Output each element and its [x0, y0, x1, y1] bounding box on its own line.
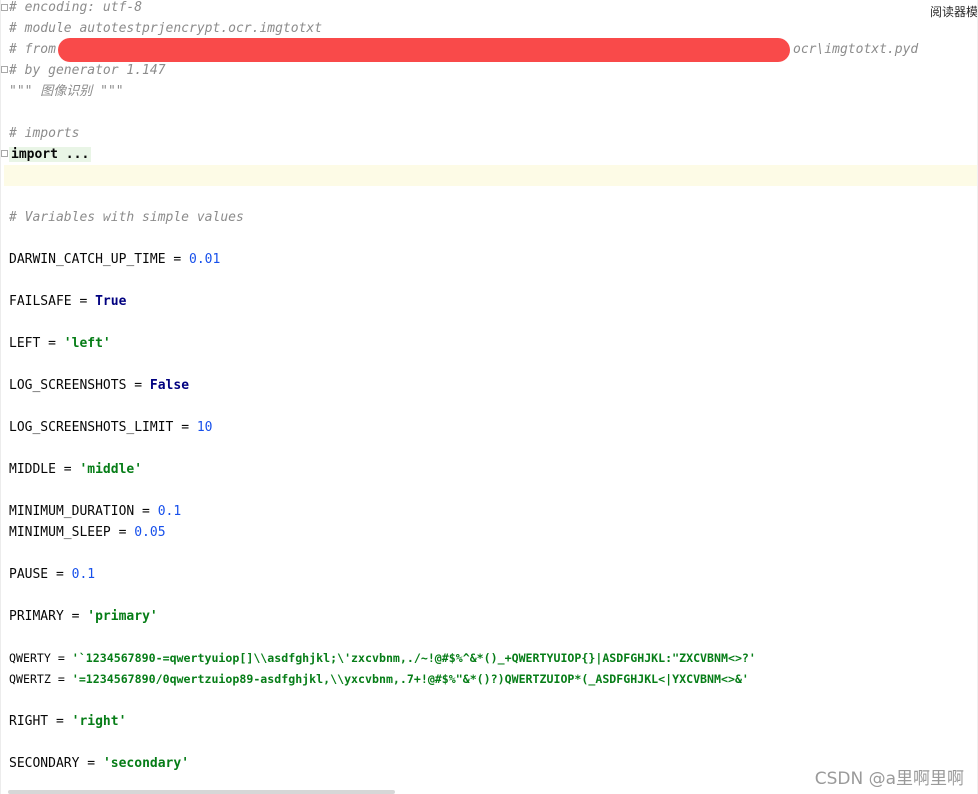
variable-name: MINIMUM_DURATION: [9, 504, 135, 519]
variable-name: LOG_SCREENSHOTS_LIMIT: [9, 420, 174, 435]
horizontal-scrollbar[interactable]: [8, 790, 395, 794]
variable-name: PAUSE: [9, 567, 49, 582]
folded-imports[interactable]: import ...: [9, 147, 92, 162]
variable-value: 10: [196, 420, 213, 435]
code-line-from[interactable]: # from: [9, 39, 56, 60]
code-editor[interactable]: # encoding: utf-8 # module autotestprjen…: [0, 0, 978, 794]
gutter: [0, 0, 1, 794]
code-line-variable[interactable]: LOG_SCREENSHOTS_LIMIT = 10: [9, 417, 213, 438]
from-path-suffix: ocr\imgtotxt.pyd: [793, 42, 919, 57]
from-prefix: # from: [9, 42, 56, 57]
variable-value: '=1234567890/0qwertzuiop89-asdfghjkl,\\y…: [71, 672, 749, 686]
variable-value: 0.05: [134, 525, 166, 540]
code-line-variable[interactable]: MINIMUM_DURATION = 0.1: [9, 501, 181, 522]
variable-value: True: [95, 294, 127, 309]
code-line-variable[interactable]: MIDDLE = 'middle': [9, 459, 142, 480]
variable-value: 'right': [71, 714, 127, 729]
variable-name: QWERTY: [9, 651, 51, 665]
code-line-variable[interactable]: SECONDARY = 'secondary': [9, 753, 189, 774]
variable-value: False: [149, 378, 190, 393]
current-line-highlight: [4, 165, 978, 186]
fold-toggle-icon[interactable]: [1, 150, 8, 157]
variable-name: QWERTZ: [9, 672, 51, 686]
redaction-bar: [58, 38, 790, 62]
code-line-variables-comment[interactable]: # Variables with simple values: [9, 207, 244, 228]
code-line-variable[interactable]: QWERTY = '`1234567890-=qwertyuiop[]\\asd…: [9, 648, 756, 669]
variable-value: 0.01: [189, 252, 221, 267]
code-line-variable[interactable]: FAILSAFE = True: [9, 291, 126, 312]
variable-value: 'secondary': [102, 756, 190, 771]
code-line-import[interactable]: import ...: [9, 144, 92, 165]
code-line-variable[interactable]: PAUSE = 0.1: [9, 564, 95, 585]
variable-value: 'left': [63, 336, 111, 351]
variable-name: SECONDARY: [9, 756, 80, 771]
code-line-generator[interactable]: # by generator 1.147: [9, 60, 166, 81]
code-line-variable[interactable]: LEFT = 'left': [9, 333, 111, 354]
variable-value: 'primary': [87, 609, 158, 624]
variable-name: FAILSAFE: [9, 294, 72, 309]
variable-name: RIGHT: [9, 714, 49, 729]
watermark: CSDN @a里啊里啊: [814, 769, 964, 789]
code-line-module[interactable]: # module autotestprjencrypt.ocr.imgtotxt: [9, 18, 322, 39]
code-line-variable[interactable]: LOG_SCREENSHOTS = False: [9, 375, 189, 396]
reader-mode-button[interactable]: 阅读器模: [927, 3, 978, 20]
code-line-encoding[interactable]: # encoding: utf-8: [9, 0, 142, 18]
code-line-variable[interactable]: QWERTZ = '=1234567890/0qwertzuiop89-asdf…: [9, 669, 749, 690]
variable-value: '`1234567890-=qwertyuiop[]\\asdfghjkl;\'…: [71, 651, 756, 665]
variable-name: PRIMARY: [9, 609, 64, 624]
code-line-variable[interactable]: MINIMUM_SLEEP = 0.05: [9, 522, 166, 543]
fold-toggle-icon[interactable]: [1, 4, 8, 11]
code-line-variable[interactable]: DARWIN_CATCH_UP_TIME = 0.01: [9, 249, 220, 270]
code-line-imports-comment[interactable]: # imports: [9, 123, 79, 144]
code-line-variable[interactable]: RIGHT = 'right': [9, 711, 126, 732]
code-line-variable[interactable]: PRIMARY = 'primary': [9, 606, 158, 627]
variable-name: LOG_SCREENSHOTS: [9, 378, 127, 393]
variable-value: 'middle': [79, 462, 143, 477]
variable-name: DARWIN_CATCH_UP_TIME: [9, 252, 166, 267]
variable-value: 0.1: [71, 567, 96, 582]
code-line-docstring[interactable]: """ 图像识别 """: [9, 81, 124, 102]
variable-name: MIDDLE: [9, 462, 56, 477]
fold-toggle-icon[interactable]: [1, 66, 8, 73]
variable-name: MINIMUM_SLEEP: [9, 525, 111, 540]
variable-name: LEFT: [9, 336, 41, 351]
variable-value: 0.1: [157, 504, 182, 519]
